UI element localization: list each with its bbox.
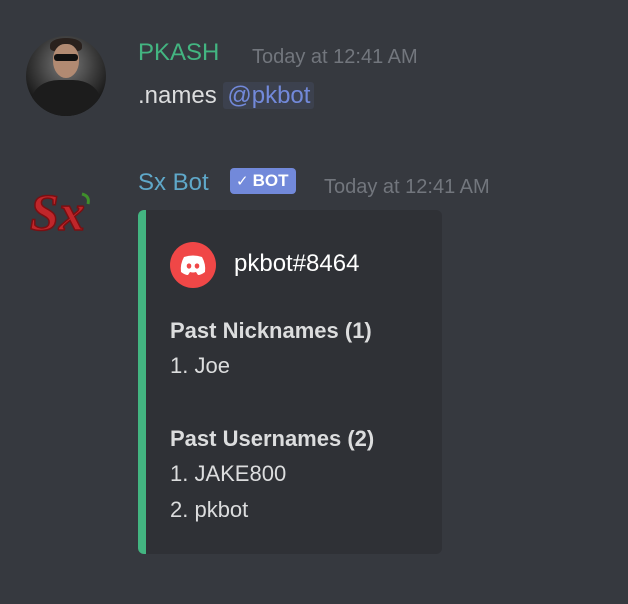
field-title: Past Nicknames (1) <box>170 318 372 343</box>
field-value-line: 1. JAKE800 <box>170 461 287 486</box>
timestamp: Today at 12:41 AM <box>252 46 418 68</box>
embed-author-name: pkbot#8464 <box>234 250 360 277</box>
field-value-line: 1. Joe <box>170 353 230 378</box>
embed: pkbot#8464 Past Nicknames (1) 1. Joe Pas… <box>138 210 442 554</box>
bot-avatar[interactable]: Sx <box>24 170 104 250</box>
embed-field-usernames: Past Usernames (2) 1. JAKE800 2. pkbot <box>170 422 374 528</box>
embed-accent-bar <box>138 210 146 554</box>
user-mention[interactable]: @pkbot <box>223 82 315 109</box>
embed-field-nicknames: Past Nicknames (1) 1. Joe <box>170 314 372 384</box>
bot-badge: ✓ BOT <box>230 168 297 194</box>
discord-logo-icon <box>170 242 216 288</box>
bot-username[interactable]: Sx Bot <box>138 168 209 198</box>
user-avatar[interactable] <box>26 36 106 116</box>
field-title: Past Usernames (2) <box>170 426 375 451</box>
timestamp: Today at 12:41 AM <box>324 176 490 198</box>
username[interactable]: PKASH <box>138 38 219 68</box>
sx-chili-logo-icon: Sx <box>29 184 90 243</box>
message-content: .names @pkbot <box>138 80 315 112</box>
checkmark-icon: ✓ <box>236 173 249 190</box>
bot-badge-label: BOT <box>252 171 289 190</box>
field-value-line: 2. pkbot <box>170 497 249 522</box>
message-text: .names <box>138 82 224 109</box>
sx-logo-text: Sx <box>30 185 85 242</box>
